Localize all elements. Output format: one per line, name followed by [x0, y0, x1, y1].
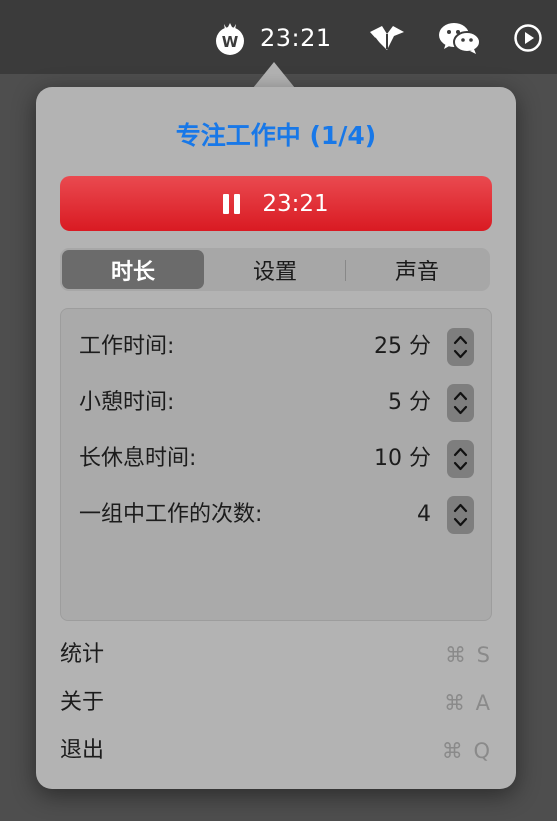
menu-item-shortcut: ⌘ A [443, 691, 492, 715]
timer-button-label: 23:21 [262, 190, 329, 217]
tomato-app-icon[interactable]: W [213, 20, 247, 56]
wechat-icon[interactable] [438, 20, 482, 56]
setting-row-long-break: 长休息时间: 10 分 [61, 439, 491, 479]
menubar-timer-text[interactable]: 23:21 [260, 20, 332, 56]
setting-label: 一组中工作的次数: [79, 502, 263, 527]
hands-icon[interactable] [366, 20, 408, 56]
menu-item-quit[interactable]: 退出 ⌘ Q [60, 731, 492, 771]
menu-item-label: 关于 [60, 690, 105, 715]
setting-row-sessions-per-set: 一组中工作的次数: 4 [61, 495, 491, 535]
long-break-stepper[interactable] [447, 440, 474, 478]
play-circle-icon[interactable] [512, 22, 544, 54]
pomodoro-popover: 专注工作中 (1/4) 23:21 时长 设置 声音 工作时间: 25 分 小憩… [36, 87, 516, 789]
menu-item-shortcut: ⌘ Q [441, 739, 492, 763]
tab-duration[interactable]: 时长 [62, 250, 204, 289]
setting-value: 4 [417, 502, 431, 527]
menu-item-statistics[interactable]: 统计 ⌘ S [60, 635, 492, 675]
work-time-stepper[interactable] [447, 328, 474, 366]
setting-label: 工作时间: [79, 334, 175, 359]
segmented-control: 时长 设置 声音 [60, 248, 490, 291]
setting-label: 长休息时间: [79, 446, 197, 471]
popover-arrow [253, 62, 295, 88]
menu-item-shortcut: ⌘ S [444, 643, 492, 667]
menu-item-about[interactable]: 关于 ⌘ A [60, 683, 492, 723]
pause-timer-button[interactable]: 23:21 [60, 176, 492, 231]
setting-value: 10 分 [374, 446, 431, 471]
setting-value: 5 分 [388, 390, 431, 415]
tab-label: 声音 [394, 259, 439, 285]
status-title: 专注工作中 (1/4) [175, 121, 377, 150]
tab-sound[interactable]: 声音 [346, 250, 488, 289]
tomato-icon-letter: W [222, 33, 239, 51]
tab-label: 设置 [252, 259, 297, 285]
setting-value: 25 分 [374, 334, 431, 359]
menu-item-label: 统计 [60, 642, 105, 667]
duration-settings-panel: 工作时间: 25 分 小憩时间: 5 分 长休息时间: 10 分 一组中工作的次… [60, 308, 492, 621]
setting-row-short-break: 小憩时间: 5 分 [61, 383, 491, 423]
tab-label: 时长 [110, 259, 155, 285]
menu-item-label: 退出 [60, 738, 105, 763]
setting-label: 小憩时间: [79, 390, 175, 415]
setting-row-work-time: 工作时间: 25 分 [61, 327, 491, 367]
short-break-stepper[interactable] [447, 384, 474, 422]
tab-settings[interactable]: 设置 [204, 250, 346, 289]
pause-icon [223, 193, 241, 214]
sessions-stepper[interactable] [447, 496, 474, 534]
